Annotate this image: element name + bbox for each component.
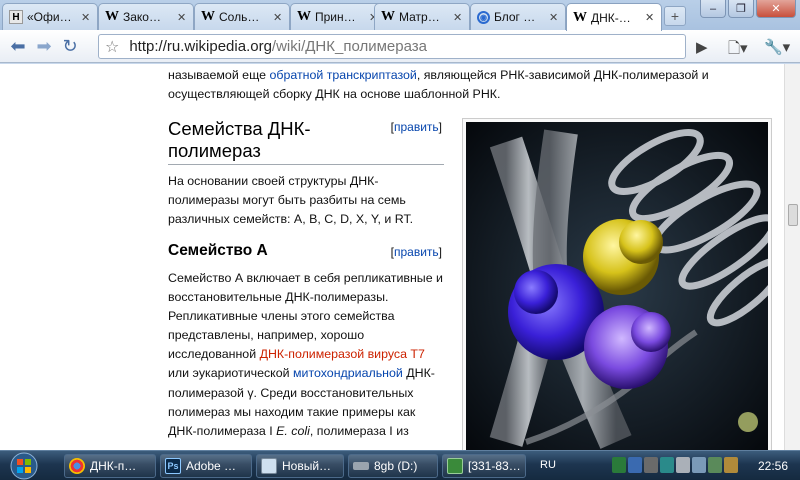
tab-4[interactable]: W Прин… ✕ (290, 3, 386, 30)
chrome-icon (69, 458, 85, 474)
url-path: /wiki/ДНК_полимераза (271, 38, 427, 55)
notepad-icon (261, 458, 277, 474)
system-tray (612, 457, 738, 473)
tab-label: Прин… (315, 10, 356, 24)
wrench-icon[interactable]: 🔧▾ (764, 38, 790, 56)
mitochondrial-link[interactable]: митохондриальной (293, 366, 403, 380)
close-window-button[interactable]: ✕ (756, 0, 796, 18)
forward-button[interactable]: ➡ (32, 34, 56, 58)
forward-arrow-icon: ➡ (36, 35, 52, 56)
wikipedia-icon: W (381, 9, 395, 24)
tab-label: Матр… (399, 10, 440, 24)
tab-1[interactable]: H «Офи… ✕ (2, 3, 98, 30)
tray-icon[interactable] (660, 457, 674, 473)
new-tab-button[interactable]: + (664, 6, 686, 26)
page-menu-icon[interactable]: 🗋▾ (728, 38, 748, 63)
photoshop-icon: Ps (165, 458, 181, 474)
reload-icon: ↻ (62, 35, 78, 56)
tray-icon[interactable] (724, 457, 738, 473)
subsection-heading: Семейство А [править] (168, 242, 444, 260)
tray-icon[interactable] (628, 457, 642, 473)
edit-link-text[interactable]: править (394, 245, 439, 259)
maximize-button[interactable]: ❐ (728, 0, 754, 18)
wikipedia-icon: W (573, 9, 587, 25)
start-button[interactable] (4, 452, 44, 480)
scrollbar-thumb[interactable] (788, 204, 798, 226)
tab-strip: H «Офи… ✕ W Зако… ✕ W Соль… ✕ W Прин… ✕ … (0, 0, 800, 31)
reload-button[interactable]: ↻ (58, 34, 82, 58)
back-arrow-icon: ⬅ (10, 35, 26, 56)
edit-link[interactable]: [править] (391, 120, 442, 134)
edit-link-text[interactable]: править (394, 120, 439, 134)
address-bar[interactable]: ☆ http://ru.wikipedia.org/wiki/ДНК_полим… (98, 34, 686, 59)
reverse-transcriptase-link[interactable]: обратной транскриптазой (269, 68, 416, 82)
tab-active[interactable]: W ДНК-… ✕ (566, 3, 662, 31)
close-icon[interactable]: ✕ (177, 11, 187, 24)
family-a-paragraph: Семейство А включает в себя репликативны… (168, 269, 444, 441)
task-label: ДНК-п… (90, 459, 137, 473)
toolbar: ⬅ ➡ ↻ ☆ http://ru.wikipedia.org/wiki/ДНК… (0, 30, 800, 63)
section-title: Семейства ДНК-полимераз (168, 118, 311, 161)
window-controls: – ❐ ✕ (700, 0, 796, 20)
tab-label: ДНК-… (591, 10, 631, 25)
taskbar-item-drive[interactable]: 8gb (D:) (348, 454, 438, 478)
section-heading: Семейства ДНК-полимераз [править] (168, 118, 444, 165)
wikipedia-icon: W (297, 9, 311, 24)
tab-5[interactable]: W Матр… ✕ (374, 3, 470, 30)
close-icon[interactable]: ✕ (453, 11, 463, 24)
tab-label: Блог … (494, 10, 536, 24)
minimize-button[interactable]: – (700, 0, 726, 18)
blog-icon: ◉ (477, 10, 490, 24)
tab-label: «Офи… (27, 10, 72, 24)
close-icon[interactable]: ✕ (273, 11, 283, 24)
url-domain: http://ru.wikipedia.org (129, 38, 272, 55)
taskbar-item-photoshop[interactable]: Ps Adobe … (160, 454, 252, 478)
vertical-scrollbar[interactable] (784, 64, 800, 450)
tray-icon[interactable] (644, 457, 658, 473)
tray-icon[interactable] (612, 457, 626, 473)
taskbar-item-app[interactable]: [331-83… (442, 454, 526, 478)
app-icon (447, 458, 463, 474)
taskbar-item-notepad[interactable]: Новый… (256, 454, 344, 478)
close-icon[interactable]: ✕ (81, 11, 91, 24)
drive-icon (353, 462, 369, 470)
wikipedia-icon: W (105, 9, 119, 24)
language-indicator[interactable]: RU (540, 459, 556, 471)
go-icon[interactable]: ▶ (696, 38, 708, 56)
dna-polymerase-illustration (466, 122, 768, 450)
back-button[interactable]: ⬅ (6, 34, 30, 58)
section-paragraph: На основании своей структуры ДНК-полимер… (168, 174, 414, 227)
paragraph-text: или эукариотической (168, 366, 294, 381)
ecoli-italic: E. coli (276, 423, 310, 438)
task-label: 8gb (D:) (374, 459, 418, 473)
dna-polymerase-image[interactable] (462, 118, 772, 450)
star-icon[interactable]: ☆ (105, 37, 119, 57)
task-label: [331-83… (468, 459, 521, 473)
tab-3[interactable]: W Соль… ✕ (194, 3, 290, 30)
paragraph-text: , полимераза I из (309, 423, 409, 438)
taskbar-item-chrome[interactable]: ДНК-п… (64, 454, 156, 478)
wikipedia-icon: W (201, 9, 215, 24)
tray-icon[interactable] (708, 457, 722, 473)
edit-link[interactable]: [править] (391, 245, 442, 259)
tab-label: Зако… (123, 10, 161, 24)
h-icon: H (9, 10, 23, 24)
volume-icon[interactable] (692, 457, 706, 473)
clock[interactable]: 22:56 (758, 459, 788, 473)
network-icon[interactable] (676, 457, 690, 473)
task-label: Новый… (282, 459, 332, 473)
intro-text: называемой еще (168, 68, 270, 82)
tab-label: Соль… (219, 10, 260, 24)
tab-2[interactable]: W Зако… ✕ (98, 3, 194, 30)
task-label: Adobe … (186, 459, 237, 473)
intro-paragraph: называемой еще обратной транскриптазой, … (168, 66, 758, 104)
tab-6[interactable]: ◉ Блог … ✕ (470, 3, 566, 30)
subsection-title: Семейство А (168, 242, 268, 259)
t7-polymerase-link[interactable]: ДНК-полимеразой вируса Т7 (260, 347, 425, 361)
close-icon[interactable]: ✕ (645, 11, 655, 24)
close-icon[interactable]: ✕ (549, 11, 559, 24)
page-content: называемой еще обратной транскриптазой , … (0, 64, 784, 450)
taskbar: ДНК-п… Ps Adobe … Новый… 8gb (D:) [331-8… (0, 450, 800, 480)
